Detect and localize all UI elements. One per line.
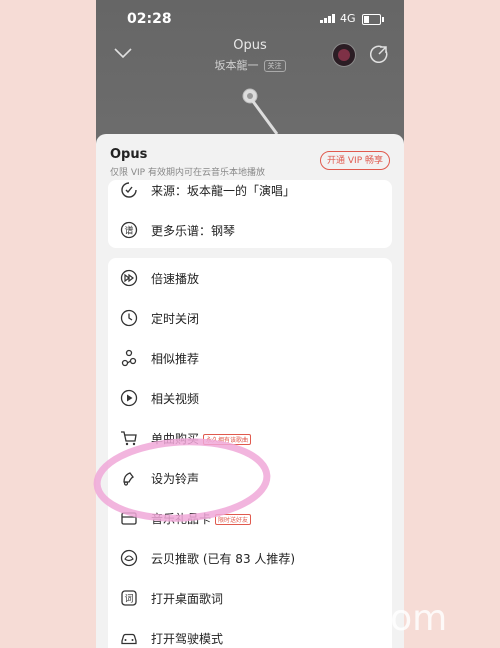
turntable-needle <box>241 86 291 140</box>
status-time: 02:28 <box>127 11 172 27</box>
watermark: khcoo.com <box>252 598 448 639</box>
score-label: 更多乐谱：钢琴 <box>151 224 236 238</box>
artist-name[interactable]: 坂本龍一 <box>215 59 259 72</box>
menu-item-timer[interactable]: 定时关闭 <box>108 298 392 338</box>
lyrics-icon: 词 <box>121 590 137 606</box>
source-label: 来源：坂本龍一的「演唱」 <box>151 184 296 198</box>
menu-item-cloud-coin[interactable]: 云贝推歌 (已有 83 人推荐) <box>108 538 392 578</box>
source-icon <box>121 182 137 198</box>
gift-card-label: 音乐礼品卡 <box>151 512 212 526</box>
menu-item-label: 打开驾驶模式 <box>151 632 224 646</box>
battery-icon <box>362 14 384 25</box>
score-icon: 谱 <box>120 221 138 239</box>
signal-icon <box>320 14 335 23</box>
sheet-subtitle: 仅限 VIP 有效期内可在云音乐本地播放 <box>110 168 265 178</box>
menu-item-label: 云贝推歌 (已有 83 人推荐) <box>151 552 296 566</box>
song-info-card: 来源：坂本龍一的「演唱」 谱 更多乐谱：钢琴 <box>108 180 392 248</box>
menu-item-gift-card[interactable]: 音乐礼品卡 限时送好友 <box>108 498 392 538</box>
avatar[interactable] <box>332 43 356 67</box>
cart-icon <box>121 431 137 446</box>
follow-button[interactable]: 关注 <box>263 60 286 72</box>
list-item-source[interactable]: 来源：坂本龍一的「演唱」 <box>108 180 392 210</box>
similar-icon <box>121 349 137 367</box>
share-icon[interactable] <box>369 45 388 67</box>
purchase-label: 单曲购买 <box>151 432 200 446</box>
menu-item-label: 定时关闭 <box>151 312 200 326</box>
menu-item-label: 相关视频 <box>151 392 200 406</box>
cloud-coin-icon <box>120 549 138 567</box>
speed-icon <box>120 269 138 287</box>
video-icon <box>120 389 138 407</box>
more-options-sheet: Opus 仅限 VIP 有效期内可在云音乐本地播放 开通 VIP 畅享 来源：坂… <box>96 134 404 648</box>
song-title: Opus <box>233 38 267 53</box>
artist-row: 坂本龍一 关注 <box>96 57 404 73</box>
menu-item-similar[interactable]: 相似推荐 <box>108 338 392 378</box>
phone-screen: 02:28 4G Opus 坂本龍一 关注 Opus 仅限 VIP 有效期内可在云… <box>96 0 404 648</box>
menu-item-label: 单曲购买 永久拥有该歌曲 <box>151 430 252 447</box>
gift-icon <box>121 512 137 525</box>
timer-icon <box>120 309 138 327</box>
car-icon <box>121 633 137 645</box>
menu-item-ringtone[interactable]: 设为铃声 <box>108 458 392 498</box>
menu-card: 倍速播放 定时关闭 相似推荐 相关视频 单曲购买 永久拥有该歌曲 设为铃声 音乐… <box>108 258 392 648</box>
gift-card-tag: 限时送好友 <box>215 514 252 525</box>
ringtone-icon <box>123 472 134 486</box>
list-item-score[interactable]: 谱 更多乐谱：钢琴 <box>108 210 392 248</box>
menu-item-label: 倍速播放 <box>151 272 200 286</box>
network-label: 4G <box>340 12 356 25</box>
menu-item-video[interactable]: 相关视频 <box>108 378 392 418</box>
menu-item-label: 相似推荐 <box>151 352 200 366</box>
menu-item-speed[interactable]: 倍速播放 <box>108 258 392 298</box>
menu-item-purchase[interactable]: 单曲购买 永久拥有该歌曲 <box>108 418 392 458</box>
vip-button[interactable]: 开通 VIP 畅享 <box>320 151 390 170</box>
svg-text:谱: 谱 <box>124 225 133 237</box>
purchase-tag: 永久拥有该歌曲 <box>203 434 252 445</box>
menu-item-label: 设为铃声 <box>151 472 200 486</box>
menu-item-label: 打开桌面歌词 <box>151 592 224 606</box>
svg-text:词: 词 <box>124 594 133 605</box>
menu-item-label: 音乐礼品卡 限时送好友 <box>151 510 252 527</box>
sheet-title: Opus <box>110 147 148 162</box>
